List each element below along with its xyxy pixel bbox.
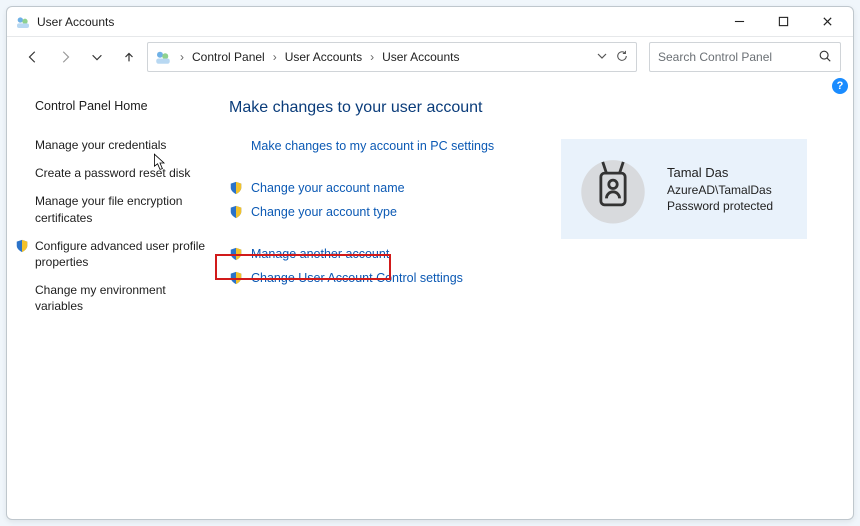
sidebar-item-label: Change my environment variables	[35, 283, 166, 313]
search-icon	[818, 49, 832, 66]
navigation-bar: › Control Panel › User Accounts › User A…	[7, 37, 853, 77]
shield-icon	[15, 239, 29, 253]
search-input[interactable]: Search Control Panel	[649, 42, 841, 72]
breadcrumb-level2[interactable]: User Accounts	[378, 50, 463, 64]
link-label: Change your account type	[251, 205, 397, 219]
sidebar-item-label: Manage your file encryption certificates	[35, 194, 182, 224]
shield-icon	[229, 205, 243, 219]
content-area: Control Panel Home Manage your credentia…	[7, 77, 853, 519]
breadcrumb-root[interactable]: Control Panel	[188, 50, 269, 64]
maximize-button[interactable]	[761, 8, 805, 36]
sidebar-item-manage-credentials[interactable]: Manage your credentials	[35, 137, 207, 153]
chevron-right-icon[interactable]: ›	[178, 50, 186, 64]
user-account-card: Tamal Das AzureAD\TamalDas Password prot…	[561, 139, 807, 239]
sidebar-item-label: Configure advanced user profile properti…	[35, 238, 207, 270]
shield-icon	[229, 181, 243, 195]
user-name: Tamal Das	[667, 164, 773, 182]
page-heading: Make changes to your user account	[229, 99, 835, 117]
sidebar-item-label: Manage your credentials	[35, 138, 166, 152]
sidebar: Control Panel Home Manage your credentia…	[35, 99, 217, 509]
chevron-right-icon[interactable]: ›	[368, 50, 376, 64]
breadcrumb-level1[interactable]: User Accounts	[281, 50, 366, 64]
control-panel-home-link[interactable]: Control Panel Home	[35, 99, 207, 113]
main-panel: Make changes to your user account Make c…	[217, 99, 835, 509]
chevron-right-icon[interactable]: ›	[271, 50, 279, 64]
help-icon[interactable]: ?	[832, 78, 848, 94]
user-status: Password protected	[667, 198, 773, 214]
minimize-button[interactable]	[717, 8, 761, 36]
avatar	[571, 147, 655, 231]
sidebar-item-password-reset-disk[interactable]: Create a password reset disk	[35, 165, 207, 181]
help-label: ?	[837, 80, 844, 92]
link-label: Manage another account	[251, 247, 389, 261]
user-accounts-icon	[15, 14, 31, 30]
sidebar-item-advanced-profile[interactable]: Configure advanced user profile properti…	[35, 238, 207, 270]
window-title: User Accounts	[37, 15, 114, 29]
back-button[interactable]	[19, 43, 47, 71]
recent-locations-button[interactable]	[83, 43, 111, 71]
link-label: Change User Account Control settings	[251, 271, 463, 285]
sidebar-item-env-vars[interactable]: Change my environment variables	[35, 282, 207, 314]
link-label: Make changes to my account in PC setting…	[251, 139, 494, 153]
address-bar[interactable]: › Control Panel › User Accounts › User A…	[147, 42, 637, 72]
link-label: Change your account name	[251, 181, 405, 195]
forward-button[interactable]	[51, 43, 79, 71]
up-button[interactable]	[115, 43, 143, 71]
search-placeholder: Search Control Panel	[658, 50, 772, 64]
link-change-uac-settings[interactable]: Change User Account Control settings	[251, 271, 835, 285]
refresh-icon[interactable]	[616, 50, 628, 65]
close-button[interactable]	[805, 8, 849, 36]
link-manage-another-account[interactable]: Manage another account	[251, 247, 835, 261]
user-domain: AzureAD\TamalDas	[667, 182, 773, 198]
title-bar: User Accounts	[7, 7, 853, 37]
shield-icon	[229, 247, 243, 261]
shield-icon	[229, 271, 243, 285]
sidebar-item-file-encryption[interactable]: Manage your file encryption certificates	[35, 193, 207, 225]
window-frame: User Accounts › Control P	[6, 6, 854, 520]
address-dropdown-icon[interactable]	[596, 50, 608, 65]
sidebar-item-label: Create a password reset disk	[35, 166, 190, 180]
user-accounts-icon	[154, 48, 172, 66]
